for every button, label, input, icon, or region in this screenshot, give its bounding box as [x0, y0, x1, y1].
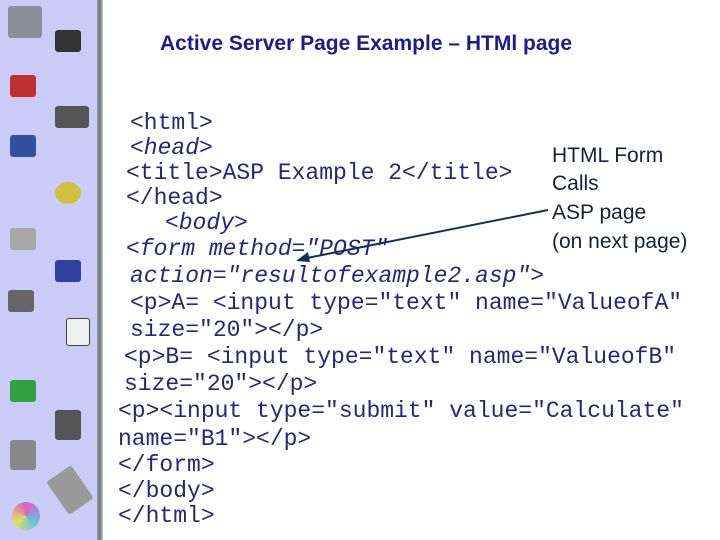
annotation-arrow — [296, 209, 549, 262]
